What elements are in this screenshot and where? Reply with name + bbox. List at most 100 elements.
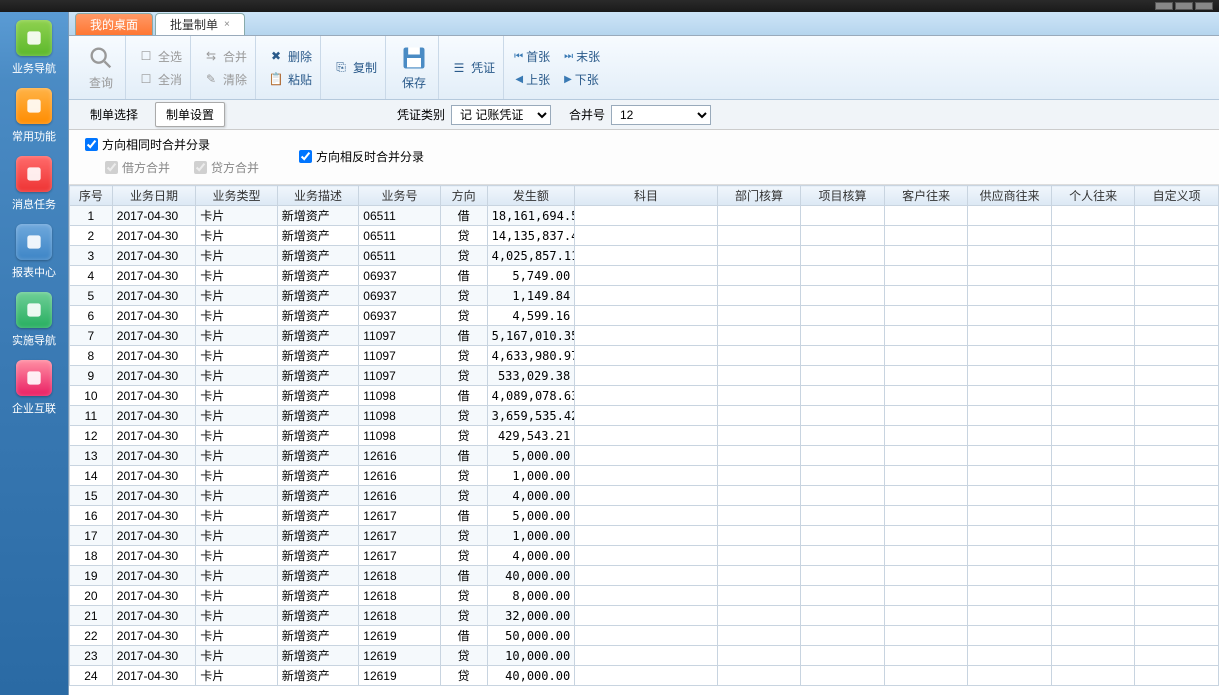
- clear-button[interactable]: ✎清除: [201, 70, 249, 89]
- cell-input[interactable]: [717, 446, 801, 466]
- col-header-10[interactable]: 客户往来: [884, 186, 968, 206]
- cell-input[interactable]: [1135, 466, 1219, 486]
- cell-input[interactable]: [968, 566, 1052, 586]
- cell-input[interactable]: [968, 546, 1052, 566]
- table-row[interactable]: 242017-04-30卡片新增资产12619贷40,000.00: [70, 666, 1219, 686]
- cell-input[interactable]: [801, 506, 885, 526]
- col-header-4[interactable]: 业务号: [359, 186, 440, 206]
- cell-input[interactable]: [1051, 366, 1135, 386]
- cell-input[interactable]: [717, 286, 801, 306]
- cell-input[interactable]: [575, 306, 718, 326]
- cell-input[interactable]: [575, 586, 718, 606]
- nav-common[interactable]: 常用功能: [12, 88, 56, 144]
- cell-input[interactable]: [884, 346, 968, 366]
- cell-input[interactable]: [884, 326, 968, 346]
- cell-input[interactable]: [1135, 226, 1219, 246]
- cell-input[interactable]: [884, 226, 968, 246]
- cell-input[interactable]: [884, 546, 968, 566]
- table-row[interactable]: 212017-04-30卡片新增资产12618贷32,000.00: [70, 606, 1219, 626]
- col-header-11[interactable]: 供应商往来: [968, 186, 1052, 206]
- col-header-2[interactable]: 业务类型: [196, 186, 277, 206]
- nav-msg[interactable]: 消息任务: [12, 156, 56, 212]
- select-all-button[interactable]: ☐全选: [136, 47, 184, 66]
- credit-merge-checkbox[interactable]: 贷方合并: [194, 159, 259, 176]
- table-row[interactable]: 152017-04-30卡片新增资产12616贷4,000.00: [70, 486, 1219, 506]
- cell-input[interactable]: [884, 426, 968, 446]
- cell-input[interactable]: [717, 566, 801, 586]
- cell-input[interactable]: [968, 406, 1052, 426]
- cell-input[interactable]: [1135, 606, 1219, 626]
- cell-input[interactable]: [1051, 606, 1135, 626]
- cell-input[interactable]: [1135, 426, 1219, 446]
- cell-input[interactable]: [801, 526, 885, 546]
- cell-input[interactable]: [575, 426, 718, 446]
- cell-input[interactable]: [575, 286, 718, 306]
- cell-input[interactable]: [1135, 406, 1219, 426]
- cell-input[interactable]: [968, 446, 1052, 466]
- cell-input[interactable]: [1135, 446, 1219, 466]
- cell-input[interactable]: [1135, 506, 1219, 526]
- cell-input[interactable]: [884, 366, 968, 386]
- unselect-all-button[interactable]: ☐全消: [136, 70, 184, 89]
- cell-input[interactable]: [884, 666, 968, 686]
- cell-input[interactable]: [717, 526, 801, 546]
- table-row[interactable]: 122017-04-30卡片新增资产11098贷429,543.21: [70, 426, 1219, 446]
- cell-input[interactable]: [1051, 386, 1135, 406]
- table-row[interactable]: 162017-04-30卡片新增资产12617借5,000.00: [70, 506, 1219, 526]
- cell-input[interactable]: [575, 606, 718, 626]
- cell-input[interactable]: [717, 386, 801, 406]
- tab-0[interactable]: 我的桌面: [75, 13, 153, 35]
- cell-input[interactable]: [1051, 346, 1135, 366]
- cell-input[interactable]: [1135, 566, 1219, 586]
- cell-input[interactable]: [717, 246, 801, 266]
- table-row[interactable]: 142017-04-30卡片新增资产12616贷1,000.00: [70, 466, 1219, 486]
- cell-input[interactable]: [1135, 306, 1219, 326]
- cell-input[interactable]: [884, 406, 968, 426]
- cell-input[interactable]: [575, 326, 718, 346]
- cell-input[interactable]: [1135, 326, 1219, 346]
- cell-input[interactable]: [801, 246, 885, 266]
- cell-input[interactable]: [1135, 666, 1219, 686]
- cell-input[interactable]: [717, 406, 801, 426]
- tab-close-icon[interactable]: ×: [224, 19, 230, 30]
- cell-input[interactable]: [717, 326, 801, 346]
- cell-input[interactable]: [801, 626, 885, 646]
- debit-merge-checkbox[interactable]: 借方合并: [105, 159, 170, 176]
- cell-input[interactable]: [575, 546, 718, 566]
- table-row[interactable]: 222017-04-30卡片新增资产12619借50,000.00: [70, 626, 1219, 646]
- col-header-12[interactable]: 个人往来: [1051, 186, 1135, 206]
- cell-input[interactable]: [968, 526, 1052, 546]
- cell-input[interactable]: [1135, 266, 1219, 286]
- cell-input[interactable]: [801, 586, 885, 606]
- delete-button[interactable]: ✖删除: [266, 47, 314, 66]
- cell-input[interactable]: [884, 286, 968, 306]
- table-row[interactable]: 202017-04-30卡片新增资产12618贷8,000.00: [70, 586, 1219, 606]
- table-row[interactable]: 82017-04-30卡片新增资产11097贷4,633,980.97: [70, 346, 1219, 366]
- cell-input[interactable]: [575, 526, 718, 546]
- cell-input[interactable]: [801, 606, 885, 626]
- table-row[interactable]: 62017-04-30卡片新增资产06937贷4,599.16: [70, 306, 1219, 326]
- cell-input[interactable]: [1051, 506, 1135, 526]
- same-dir-checkbox[interactable]: 方向相同时合并分录: [85, 136, 259, 153]
- table-row[interactable]: 182017-04-30卡片新增资产12617贷4,000.00: [70, 546, 1219, 566]
- cell-input[interactable]: [717, 626, 801, 646]
- cell-input[interactable]: [717, 266, 801, 286]
- cell-input[interactable]: [1135, 646, 1219, 666]
- last-button[interactable]: ⏭末张: [564, 48, 600, 65]
- merge-no-select[interactable]: 12: [611, 105, 711, 125]
- col-header-3[interactable]: 业务描述: [277, 186, 358, 206]
- table-row[interactable]: 232017-04-30卡片新增资产12619贷10,000.00: [70, 646, 1219, 666]
- cell-input[interactable]: [1051, 666, 1135, 686]
- cell-input[interactable]: [801, 426, 885, 446]
- col-header-8[interactable]: 部门核算: [717, 186, 801, 206]
- cell-input[interactable]: [1051, 546, 1135, 566]
- col-header-0[interactable]: 序号: [70, 186, 113, 206]
- cell-input[interactable]: [575, 266, 718, 286]
- save-button[interactable]: 保存: [396, 42, 432, 93]
- nav-report[interactable]: 报表中心: [12, 224, 56, 280]
- cell-input[interactable]: [1051, 326, 1135, 346]
- cell-input[interactable]: [801, 206, 885, 226]
- col-header-13[interactable]: 自定义项: [1135, 186, 1219, 206]
- table-row[interactable]: 22017-04-30卡片新增资产06511贷14,135,837.44: [70, 226, 1219, 246]
- cell-input[interactable]: [1135, 586, 1219, 606]
